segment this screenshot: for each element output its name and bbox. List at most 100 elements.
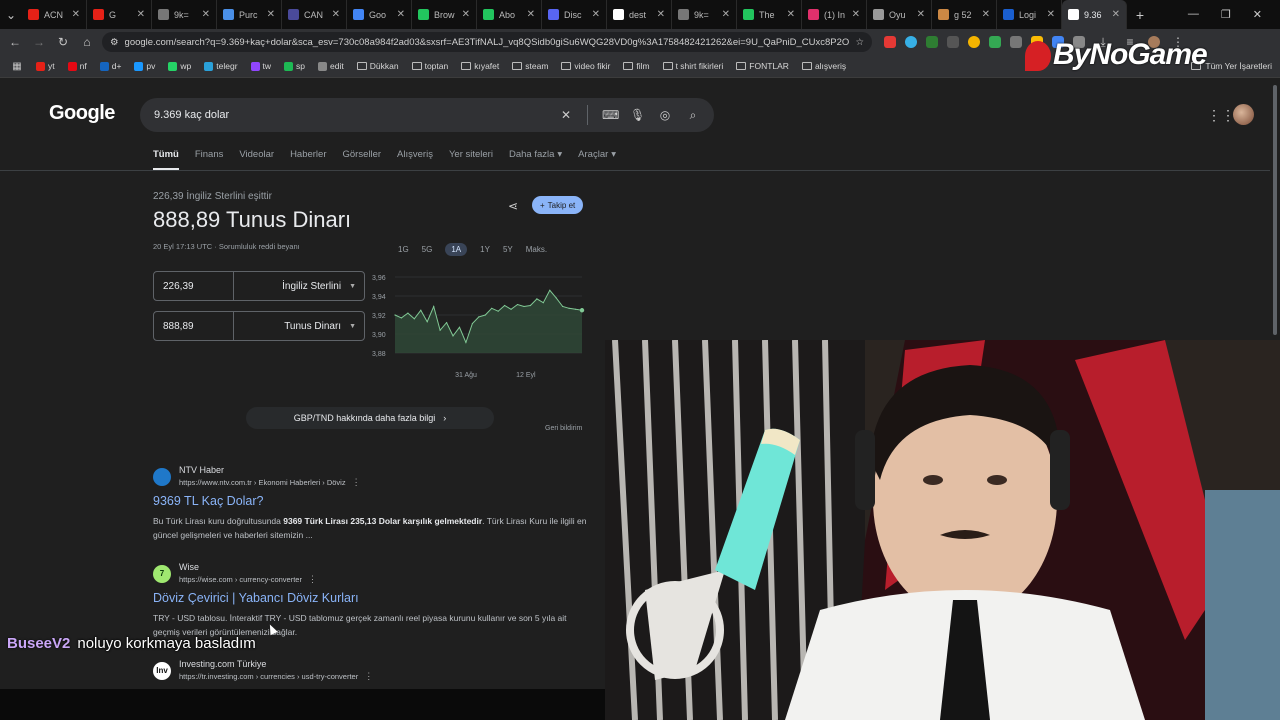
bookmark-item[interactable]: Dükkan bbox=[356, 61, 399, 71]
bookmark-item[interactable]: video fikir bbox=[561, 61, 610, 71]
range-option[interactable]: 5Y bbox=[503, 245, 513, 256]
reload-icon[interactable]: ↻ bbox=[54, 35, 72, 49]
range-option[interactable]: 1Y bbox=[480, 245, 490, 256]
address-bar[interactable]: ⚙ google.com/search?q=9.369+kaç+dolar&sc… bbox=[102, 32, 872, 52]
range-option[interactable]: 1G bbox=[398, 245, 409, 256]
microphone-icon[interactable]: 🎙 bbox=[630, 108, 645, 122]
close-tab-icon[interactable]: ✕ bbox=[462, 9, 470, 20]
result-source[interactable]: Inv Investing.com Türkiye https://tr.inves… bbox=[153, 659, 593, 682]
close-tab-icon[interactable]: ✕ bbox=[202, 9, 210, 20]
search-tab[interactable]: Yer siteleri bbox=[449, 149, 493, 170]
close-tab-icon[interactable]: ✕ bbox=[72, 9, 80, 20]
from-currency-select[interactable]: İngiliz Sterlini bbox=[234, 281, 349, 292]
close-tab-icon[interactable]: ✕ bbox=[397, 9, 405, 20]
search-tab[interactable]: Finans bbox=[195, 149, 224, 170]
browser-tab[interactable]: g 52 ✕ bbox=[932, 0, 997, 29]
browser-tab[interactable]: ACN ✕ bbox=[22, 0, 87, 29]
to-currency-select[interactable]: Tunus Dinarı bbox=[234, 321, 349, 332]
browser-tab[interactable]: Brow ✕ bbox=[412, 0, 477, 29]
bookmark-item[interactable]: toptan bbox=[411, 61, 448, 71]
result-title-link[interactable]: 9369 TL Kaç Dolar? bbox=[153, 494, 593, 508]
search-tab[interactable]: Tümü bbox=[153, 149, 179, 170]
tab-search-icon[interactable]: ⌄ bbox=[0, 8, 22, 22]
browser-tab[interactable]: Logi ✕ bbox=[997, 0, 1062, 29]
chevron-down-icon[interactable]: ▼ bbox=[349, 283, 364, 290]
bookmark-item[interactable]: nf bbox=[67, 61, 87, 71]
close-tab-icon[interactable]: ✕ bbox=[787, 9, 795, 20]
keyboard-icon[interactable]: ⌨ bbox=[602, 108, 619, 122]
search-tab[interactable]: Videolar bbox=[239, 149, 274, 170]
bookmark-item[interactable]: alışveriş bbox=[801, 61, 846, 71]
more-options-icon[interactable]: ⋮ bbox=[308, 574, 317, 584]
result-title-link[interactable]: Döviz Çevirici | Yabancı Döviz Kurları bbox=[153, 591, 593, 605]
browser-tab[interactable]: Abo ✕ bbox=[477, 0, 542, 29]
bookmark-item[interactable]: d+ bbox=[99, 61, 121, 71]
browser-tab[interactable]: dest ✕ bbox=[607, 0, 672, 29]
close-tab-icon[interactable]: ✕ bbox=[657, 9, 665, 20]
share-icon[interactable]: ⋖ bbox=[508, 199, 518, 213]
bookmark-item[interactable]: edit bbox=[318, 61, 344, 71]
search-icon[interactable]: ⌕ bbox=[686, 108, 700, 123]
browser-tab[interactable]: G ✕ bbox=[87, 0, 152, 29]
browser-tab[interactable]: Purc ✕ bbox=[217, 0, 282, 29]
to-currency-input[interactable]: 888,89 Tunus Dinarı ▼ bbox=[153, 311, 365, 341]
extension-icon[interactable] bbox=[905, 36, 917, 48]
to-amount[interactable]: 888,89 bbox=[154, 312, 234, 340]
close-tab-icon[interactable]: ✕ bbox=[527, 9, 535, 20]
result-source[interactable]: NTV Haber https://www.ntv.com.tr › Ekonom… bbox=[153, 465, 593, 488]
more-info-button[interactable]: GBP/TND hakkında daha fazla bilgi › bbox=[246, 407, 494, 429]
home-icon[interactable]: ⌂ bbox=[78, 35, 96, 49]
range-option[interactable]: Maks. bbox=[526, 245, 547, 256]
google-logo[interactable]: Google bbox=[49, 102, 115, 125]
browser-tab[interactable]: 9k= ✕ bbox=[152, 0, 217, 29]
close-tab-icon[interactable]: ✕ bbox=[1047, 9, 1055, 20]
close-tab-icon[interactable]: ✕ bbox=[137, 9, 145, 20]
browser-tab[interactable]: (1) In ✕ bbox=[802, 0, 867, 29]
search-tab[interactable]: Araçlar bbox=[578, 149, 608, 170]
close-tab-icon[interactable]: ✕ bbox=[982, 9, 990, 20]
browser-tab[interactable]: The ✕ bbox=[737, 0, 802, 29]
bookmark-item[interactable]: steam bbox=[512, 61, 548, 71]
adblock-extension-icon[interactable] bbox=[884, 36, 896, 48]
search-input[interactable]: 9.369 kaç dolar bbox=[154, 109, 545, 121]
back-icon[interactable]: ← bbox=[6, 35, 24, 49]
search-box[interactable]: 9.369 kaç dolar ✕ ⌨ 🎙 ◎ ⌕ bbox=[140, 98, 714, 132]
close-tab-icon[interactable]: ✕ bbox=[917, 9, 925, 20]
from-currency-input[interactable]: 226,39 İngiliz Sterlini ▼ bbox=[153, 271, 365, 301]
feedback-link[interactable]: Geri bildirim bbox=[545, 425, 582, 432]
browser-tab[interactable]: 9k= ✕ bbox=[672, 0, 737, 29]
more-options-icon[interactable]: ⋮ bbox=[364, 671, 373, 681]
close-tab-icon[interactable]: ✕ bbox=[592, 9, 600, 20]
extension-icon[interactable] bbox=[989, 36, 1001, 48]
lens-icon[interactable]: ◎ bbox=[658, 108, 672, 122]
more-options-icon[interactable]: ⋮ bbox=[352, 477, 361, 487]
from-amount[interactable]: 226,39 bbox=[154, 272, 234, 300]
forward-icon[interactable]: → bbox=[30, 35, 48, 49]
bookmark-item[interactable]: FONTLAR bbox=[736, 61, 789, 71]
minimize-icon[interactable]: — bbox=[1188, 8, 1199, 21]
bookmark-item[interactable]: sp bbox=[284, 61, 305, 71]
exchange-rate-chart[interactable]: 3,96 3,94 3,92 3,90 3,88 31 Ağu 12 Eyl bbox=[370, 269, 592, 384]
bookmark-item[interactable]: wp bbox=[168, 61, 191, 71]
search-tab[interactable]: Haberler bbox=[290, 149, 326, 170]
scrollbar-thumb[interactable] bbox=[1273, 85, 1277, 335]
extension-icon[interactable] bbox=[926, 36, 938, 48]
extension-icon[interactable] bbox=[1010, 36, 1022, 48]
close-window-icon[interactable]: ✕ bbox=[1253, 8, 1262, 21]
bookmark-item[interactable]: film bbox=[623, 61, 650, 71]
bookmark-item[interactable]: t shirt fikirleri bbox=[662, 61, 723, 71]
search-tab[interactable]: Daha fazla bbox=[509, 149, 554, 170]
close-tab-icon[interactable]: ✕ bbox=[267, 9, 275, 20]
search-tab[interactable]: Alışveriş bbox=[397, 149, 433, 170]
close-tab-icon[interactable]: ✕ bbox=[1112, 9, 1120, 20]
restore-icon[interactable]: ❐ bbox=[1221, 8, 1231, 21]
extension-icon[interactable] bbox=[947, 36, 959, 48]
browser-tab[interactable]: CAN ✕ bbox=[282, 0, 347, 29]
bookmark-item[interactable]: pv bbox=[134, 61, 155, 71]
follow-button[interactable]: + Takip et bbox=[532, 196, 584, 214]
close-tab-icon[interactable]: ✕ bbox=[722, 9, 730, 20]
site-info-icon[interactable]: ⚙ bbox=[110, 37, 119, 48]
apps-grid-icon[interactable]: ▦ bbox=[8, 61, 26, 72]
bookmark-item[interactable]: tw bbox=[250, 61, 271, 71]
clear-icon[interactable]: ✕ bbox=[559, 108, 573, 122]
